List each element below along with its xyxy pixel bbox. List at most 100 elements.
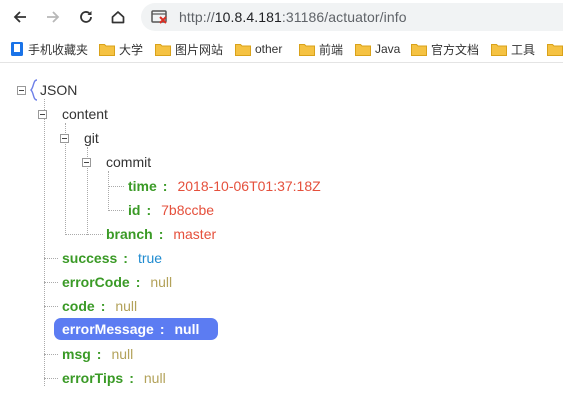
node-key: branch: [106, 226, 153, 242]
tree-node-time[interactable]: time : 2018-10-06T01:37:18Z: [128, 175, 321, 197]
key-colon: :: [96, 346, 102, 362]
tree-guide-line: [108, 210, 124, 211]
bookmark-label: 手机收藏夹: [28, 42, 89, 57]
node-value-null: null: [174, 321, 200, 337]
node-key: errorCode: [62, 274, 130, 290]
bookmark-folder-university[interactable]: 大学: [99, 40, 143, 58]
collapse-toggle-json[interactable]: [17, 86, 26, 95]
node-key: errorMessage: [62, 321, 154, 337]
key-colon: :: [159, 321, 165, 337]
folder-icon: [355, 43, 371, 56]
back-button[interactable]: [9, 6, 31, 28]
brace-icon: [30, 79, 38, 101]
tree-node-content[interactable]: content: [62, 103, 108, 125]
bookmark-folder-frontend[interactable]: 前端: [299, 40, 343, 58]
bookmark-label: 工具: [511, 42, 536, 57]
tree-node-msg[interactable]: msg : null: [62, 343, 133, 365]
tree-guide-line: [44, 258, 58, 259]
mobile-bookmarks-icon: [11, 42, 23, 56]
collapse-toggle-commit[interactable]: [82, 158, 91, 167]
collapse-toggle-git[interactable]: [60, 134, 69, 143]
home-button[interactable]: [107, 6, 129, 28]
folder-icon: [491, 43, 507, 56]
bookmark-folder-official-docs[interactable]: 官方文档: [411, 40, 479, 58]
tree-guide-line: [44, 378, 58, 379]
browser-toolbar: http://10.8.4.181:31186/actuator/info: [0, 0, 563, 34]
url-scheme: http://: [179, 9, 215, 25]
bookmark-folder-image-sites[interactable]: 图片网站: [155, 40, 223, 58]
node-key: JSON: [40, 82, 78, 98]
tree-node-id[interactable]: id : 7b8ccbe: [128, 199, 214, 221]
bookmark-mobile[interactable]: 手机收藏夹: [10, 40, 88, 58]
forward-button[interactable]: [42, 6, 64, 28]
key-colon: :: [129, 370, 134, 386]
tree-guide-line: [44, 282, 58, 283]
tree-guide-line: [65, 234, 103, 235]
key-colon: :: [135, 274, 141, 290]
node-value-string: master: [173, 226, 217, 242]
bookmark-label: 大学: [119, 42, 144, 57]
node-value-null: null: [111, 346, 134, 362]
not-secure-icon[interactable]: [151, 9, 169, 25]
node-key: time: [128, 178, 157, 194]
folder-icon: [235, 43, 251, 56]
bookmark-label: 前端: [319, 42, 344, 57]
tree-node-code[interactable]: code : null: [62, 295, 137, 317]
url-path: :31186/actuator/info: [281, 9, 407, 25]
bookmark-label: Java: [375, 42, 401, 56]
folder-icon: [99, 43, 115, 56]
node-value-string: 2018-10-06T01:37:18Z: [177, 178, 321, 194]
folder-icon: [155, 43, 171, 56]
key-colon: :: [123, 250, 128, 266]
url-host: 10.8.4.181: [214, 9, 282, 25]
home-icon: [111, 11, 125, 24]
tree-guide-line: [108, 171, 109, 211]
node-key: content: [62, 106, 108, 122]
bookmarks-bar: 手机收藏夹 大学 图片网站 other 前端 Java 官方文档 工具: [0, 34, 563, 63]
node-key: commit: [106, 154, 152, 170]
tree-node-branch[interactable]: branch : master: [106, 223, 216, 245]
node-key: msg: [62, 346, 91, 362]
bookmark-label: 图片网站: [175, 42, 224, 57]
bookmark-label: other: [255, 42, 283, 56]
node-key: id: [128, 202, 141, 218]
key-colon: :: [100, 298, 106, 314]
arrow-right-icon: [47, 11, 60, 23]
tree-node-commit[interactable]: commit: [106, 151, 151, 173]
bookmark-label: 官方文档: [431, 42, 480, 57]
bookmark-folder-tools[interactable]: 工具: [491, 40, 535, 58]
folder-icon: [411, 43, 427, 56]
bookmark-folder-overflow[interactable]: [547, 40, 563, 58]
tree-node-git[interactable]: git: [84, 127, 99, 149]
tree-node-errortips[interactable]: errorTips : null: [62, 367, 166, 389]
node-key: errorTips: [62, 370, 124, 386]
node-key: git: [84, 130, 99, 146]
reload-icon: [80, 11, 92, 23]
key-colon: :: [162, 178, 168, 194]
collapse-toggle-content[interactable]: [38, 110, 47, 119]
tree-guide-line: [44, 354, 58, 355]
url-text: http://10.8.4.181:31186/actuator/info: [179, 9, 407, 25]
node-key: code: [62, 298, 95, 314]
key-colon: :: [158, 226, 164, 242]
reload-button[interactable]: [75, 6, 97, 28]
tree-node-errormessage[interactable]: errorMessage : null: [62, 318, 199, 340]
node-value-null: null: [150, 274, 173, 290]
bookmark-folder-other[interactable]: other: [235, 40, 282, 58]
tree-node-errorcode[interactable]: errorCode : null: [62, 271, 172, 293]
node-value-string: 7b8ccbe: [161, 202, 215, 218]
tree-guide-line: [44, 306, 58, 307]
bookmark-folder-java[interactable]: Java: [355, 40, 400, 58]
node-value-null: null: [115, 298, 138, 314]
tree-node-root[interactable]: JSON: [40, 79, 77, 101]
tree-guide-line: [108, 186, 124, 187]
address-bar[interactable]: http://10.8.4.181:31186/actuator/info: [141, 3, 563, 31]
folder-icon: [547, 43, 563, 56]
node-value-boolean: true: [137, 250, 163, 266]
arrow-left-icon: [13, 11, 26, 23]
tree-node-success[interactable]: success : true: [62, 247, 162, 269]
tree-guide-line: [44, 99, 45, 386]
node-key: success: [62, 250, 118, 266]
folder-icon: [299, 43, 315, 56]
key-colon: :: [146, 202, 152, 218]
